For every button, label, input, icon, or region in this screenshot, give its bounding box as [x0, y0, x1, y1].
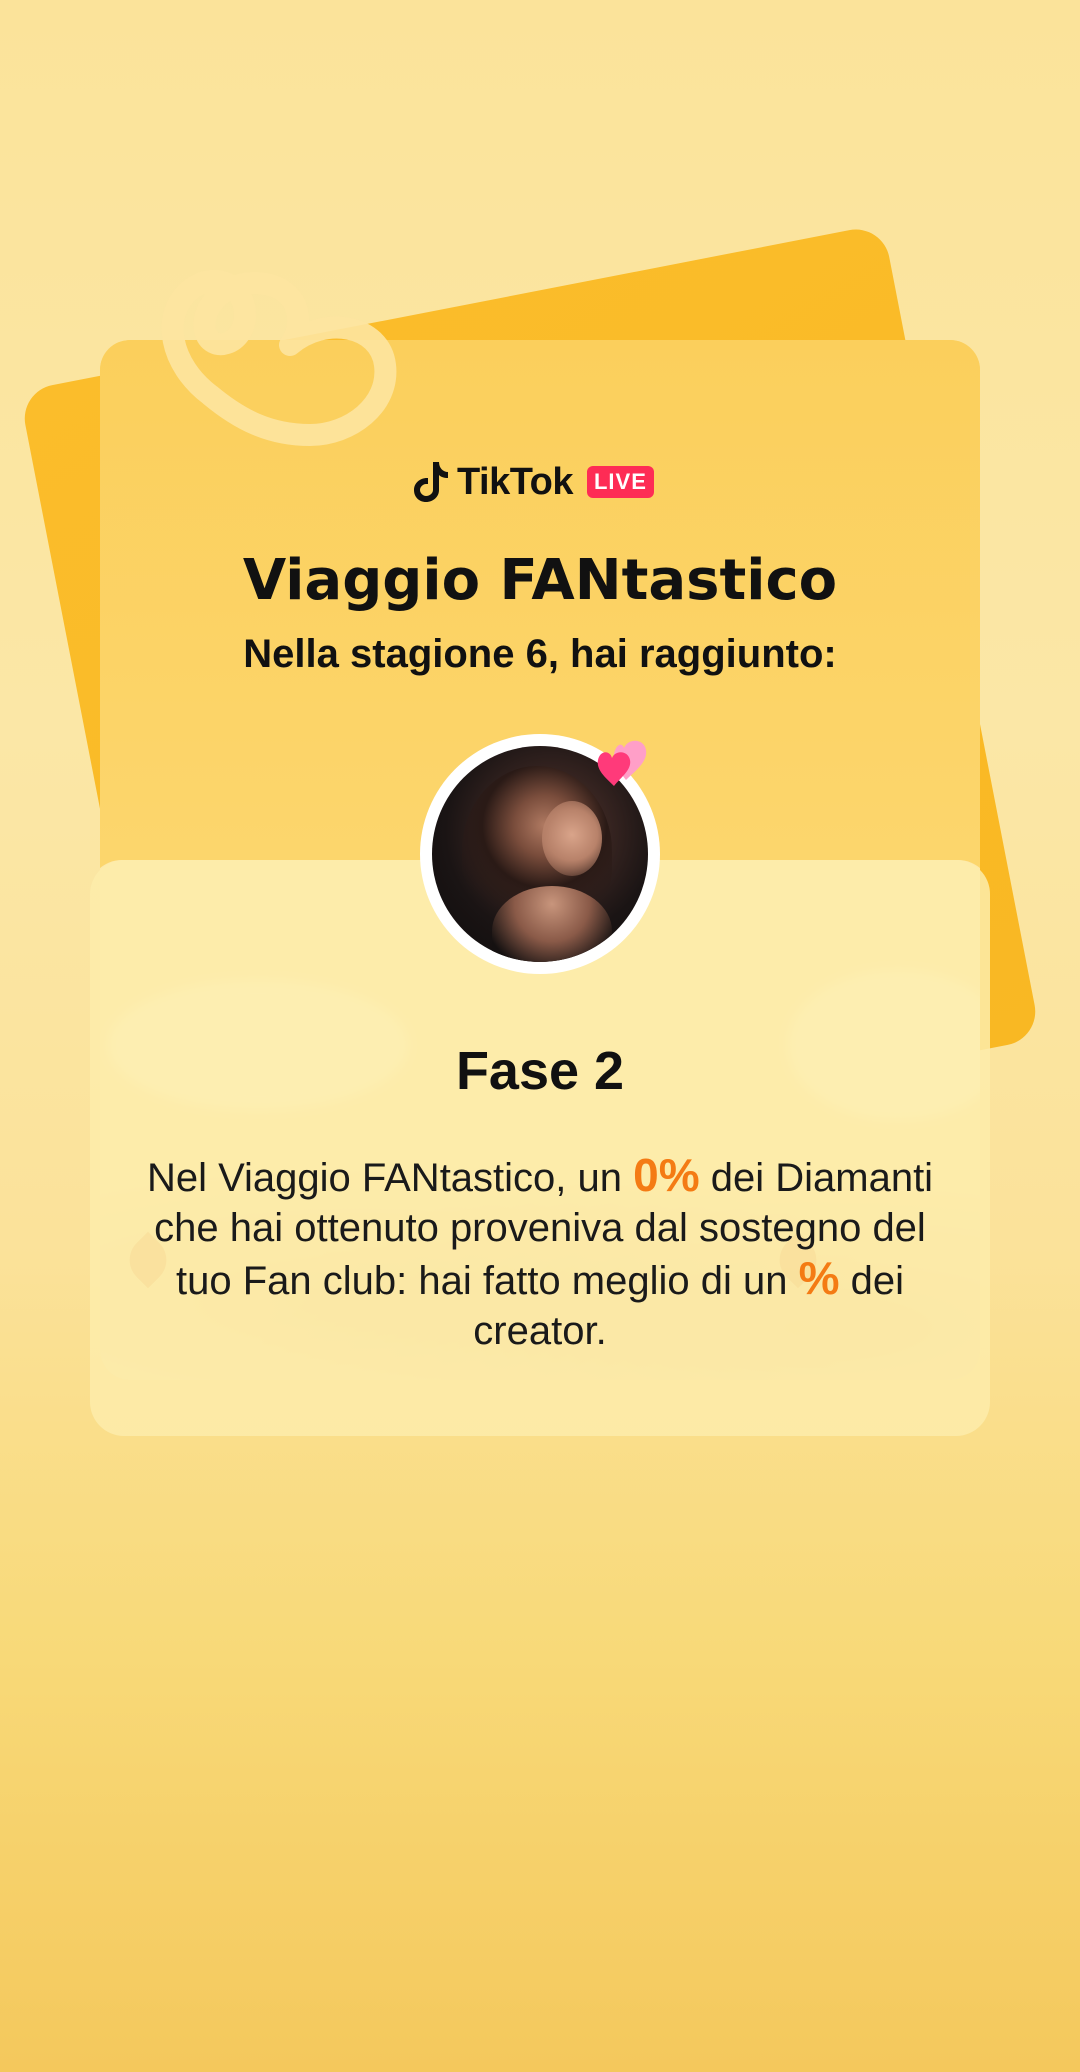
tiktok-brand-text: TikTok	[457, 460, 573, 503]
diamond-percent: 0%	[633, 1149, 700, 1201]
fan-journey-screen: TikTok LIVE Viaggio FANtastico Nella sta…	[0, 0, 1080, 2072]
result-description: Nel Viaggio FANtastico, un 0% dei Diaman…	[140, 1150, 940, 1356]
page-subtitle: Nella stagione 6, hai raggiunto:	[243, 632, 837, 676]
result-text-part1: Nel Viaggio FANtastico, un	[146, 1156, 634, 1200]
phase-label: Fase 2	[455, 1041, 625, 1101]
creator-percent: %	[798, 1252, 840, 1304]
tiktok-note-icon	[414, 462, 448, 502]
fan-club-heart-logo-icon	[161, 269, 397, 446]
page-title: Viaggio FANtastico	[242, 548, 838, 613]
fan-club-hearts-icon	[597, 740, 647, 786]
tiktok-live-logo: TikTok LIVE	[413, 458, 654, 506]
live-badge: LIVE	[586, 466, 654, 498]
